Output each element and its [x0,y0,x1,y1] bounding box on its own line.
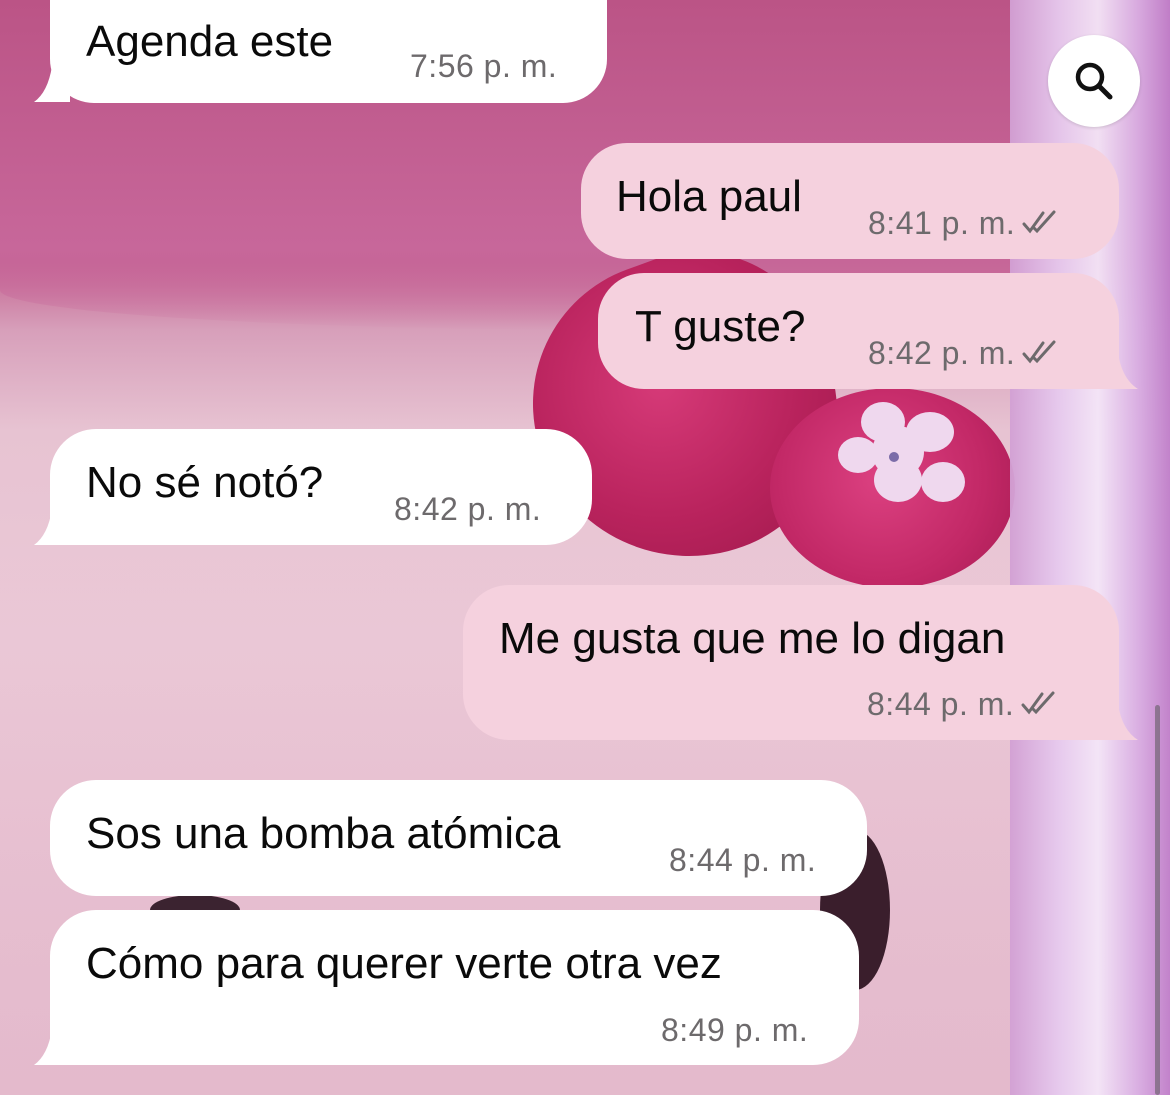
message-bubble-incoming[interactable]: No sé notó? 8:42 p. m. [50,429,592,545]
message-meta: 8:49 p. m. [661,1012,808,1048]
message-bubble-outgoing[interactable]: Me gusta que me lo digan 8:44 p. m. [463,585,1119,740]
chat-screen: Agenda este 7:56 p. m. Hola paul 8:41 p.… [0,0,1170,1095]
message-text: Me gusta que me lo digan [499,614,1006,663]
message-meta: 8:42 p. m. [868,335,1057,371]
message-meta: 8:42 p. m. [394,491,541,527]
message-time: 8:41 p. m. [868,205,1016,241]
message-meta: 8:44 p. m. [669,842,816,878]
scrollbar[interactable] [1155,705,1160,1095]
bubble-tail-incoming [34,62,70,102]
message-bubble-incoming[interactable]: Cómo para querer verte otra vez 8:49 p. … [50,910,859,1065]
message-text: Hola paul [616,172,802,221]
message-text: Sos una bomba atómica [86,809,561,858]
message-text: Agenda este [86,17,334,66]
double-check-icon [1021,691,1055,715]
bubble-tail-incoming [34,1025,70,1065]
message-bubble-incoming[interactable]: Sos una bomba atómica 8:44 p. m. [50,780,867,896]
message-bubble-incoming[interactable]: Agenda este 7:56 p. m. [50,0,607,103]
message-time: 8:49 p. m. [661,1012,809,1048]
message-time: 8:42 p. m. [868,335,1016,371]
double-check-icon [1022,210,1056,234]
message-meta: 8:41 p. m. [868,205,1057,241]
message-text: No sé notó? [86,458,324,507]
bubble-tail-outgoing [1100,700,1138,740]
message-time: 8:42 p. m. [394,491,542,527]
message-text: T guste? [635,302,806,351]
message-time: 8:44 p. m. [867,686,1015,722]
message-bubble-outgoing[interactable]: T guste? 8:42 p. m. [598,273,1119,389]
search-button[interactable] [1048,35,1140,127]
search-icon [1075,62,1113,100]
wallpaper-flower [838,402,965,502]
message-bubble-outgoing[interactable]: Hola paul 8:41 p. m. [581,143,1119,259]
message-time: 7:56 p. m. [410,48,558,84]
message-text: Cómo para querer verte otra vez [86,939,722,988]
double-check-icon [1022,340,1056,364]
message-meta: 8:44 p. m. [867,686,1056,722]
bubble-tail-outgoing [1100,349,1138,389]
message-time: 8:44 p. m. [669,842,817,878]
bubble-tail-incoming [34,505,70,545]
message-meta: 7:56 p. m. [410,48,557,84]
